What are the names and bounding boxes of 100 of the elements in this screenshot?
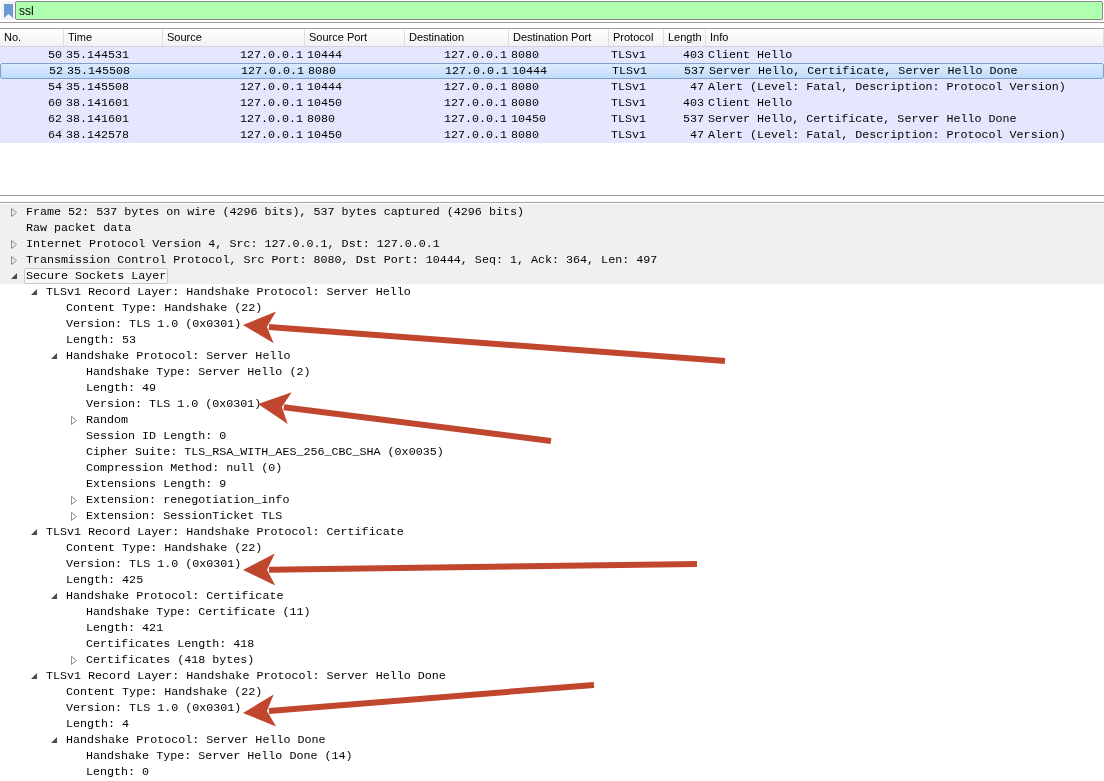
expanded-triangle-icon[interactable]: [50, 352, 58, 360]
packet-row[interactable]: 64 38.142578 127.0.0.1 10450 127.0.0.1 8080 TLSv1 47 Alert (Level: Fatal, Description: Protocol Version): [0, 127, 1104, 143]
table-cell-text: 127.0.0.1: [442, 127, 508, 143]
expanded-triangle-icon[interactable]: [50, 592, 58, 600]
tree-item[interactable]: Extension: renegotiation_info: [84, 492, 292, 508]
packet-row[interactable]: 54 35.145508 127.0.0.1 10444 127.0.0.1 8080 TLSv1 47 Alert (Level: Fatal, Description: Protocol Version): [0, 79, 1104, 95]
table-cell-text: 38.142578: [65, 127, 131, 143]
bookmark-icon[interactable]: [4, 3, 13, 18]
packet-row[interactable]: 62 38.141601 127.0.0.1 8080 127.0.0.1 10450 TLSv1 537 Server Hello, Certificate, Server Hello Done: [0, 111, 1104, 127]
table-cell-text: 127.0.0.1: [442, 47, 508, 63]
column-header[interactable]: Protocol: [609, 29, 664, 46]
tree-item[interactable]: Version: TLS 1.0 (0x0301): [64, 316, 244, 332]
table-cell-text: Server Hello, Certificate, Server Hello Done: [707, 111, 1018, 127]
tree-item[interactable]: Content Type: Handshake (22): [64, 684, 265, 700]
expanded-triangle-icon[interactable]: [30, 288, 38, 296]
table-cell-text: Server Hello, Certificate, Server Hello Done: [708, 64, 1019, 78]
table-cell-text: 35.144531: [65, 47, 131, 63]
tree-item[interactable]: Handshake Protocol: Server Hello Done: [64, 732, 328, 748]
table-cell-text: TLSv1: [610, 95, 648, 111]
table-cell-text: 8080: [510, 127, 541, 143]
table-cell-text: 62: [46, 111, 63, 127]
packet-row[interactable]: 50 35.144531 127.0.0.1 10444 127.0.0.1 8080 TLSv1 403 Client Hello: [0, 47, 1104, 63]
collapsed-triangle-icon[interactable]: [11, 255, 17, 265]
table-cell-text: 64: [46, 127, 63, 143]
table-cell-text: 127.0.0.1: [239, 64, 305, 78]
tree-item[interactable]: Secure Sockets Layer: [24, 268, 169, 284]
expanded-triangle-icon[interactable]: [50, 736, 58, 744]
tree-item[interactable]: Cipher Suite: TLS_RSA_WITH_AES_256_CBC_SHA (0x0035): [84, 444, 446, 460]
tree-item[interactable]: Extensions Length: 9: [84, 476, 229, 492]
table-cell-text: TLSv1: [610, 47, 648, 63]
tree-item[interactable]: TLSv1 Record Layer: Handshake Protocol: Server Hello: [44, 284, 413, 300]
tree-item[interactable]: Length: 49: [84, 380, 159, 396]
tree-item[interactable]: TLSv1 Record Layer: Handshake Protocol: Server Hello Done: [44, 668, 448, 684]
collapsed-triangle-icon[interactable]: [71, 415, 77, 425]
collapsed-triangle-icon[interactable]: [11, 239, 17, 249]
tree-item[interactable]: Handshake Type: Certificate (11): [84, 604, 313, 620]
table-cell-text: 8080: [306, 111, 337, 127]
tree-item[interactable]: TLSv1 Record Layer: Handshake Protocol: Certificate: [44, 524, 406, 540]
collapsed-triangle-icon[interactable]: [71, 655, 77, 665]
table-cell-text: 8080: [510, 47, 541, 63]
tree-item[interactable]: Certificates (418 bytes): [84, 652, 257, 668]
tree-item[interactable]: Handshake Type: Server Hello Done (14): [84, 748, 355, 764]
table-cell-text: 10444: [306, 47, 344, 63]
collapsed-triangle-icon[interactable]: [71, 495, 77, 505]
tree-item[interactable]: Handshake Protocol: Certificate: [64, 588, 286, 604]
table-cell-text: 35.145508: [65, 79, 131, 95]
tree-item[interactable]: Length: 53: [64, 332, 139, 348]
packet-row[interactable]: 60 38.141601 127.0.0.1 10450 127.0.0.1 8080 TLSv1 403 Client Hello: [0, 95, 1104, 111]
packet-row[interactable]: 52 35.145508 127.0.0.1 8080 127.0.0.1 10444 TLSv1 537 Server Hello, Certificate, Server Hello Done: [0, 63, 1104, 79]
table-cell-text: 10450: [306, 127, 344, 143]
table-cell-text: 127.0.0.1: [443, 64, 509, 78]
expanded-triangle-icon[interactable]: [30, 528, 38, 536]
collapsed-triangle-icon[interactable]: [71, 511, 77, 521]
expanded-triangle-icon[interactable]: [10, 272, 18, 280]
table-cell-text: TLSv1: [610, 127, 648, 143]
table-cell-text: TLSv1: [610, 111, 648, 127]
tree-item[interactable]: Length: 425: [64, 572, 146, 588]
tree-item[interactable]: Compression Method: null (0): [84, 460, 285, 476]
table-cell-text: 127.0.0.1: [442, 79, 508, 95]
tree-item[interactable]: Content Type: Handshake (22): [64, 540, 265, 556]
column-header[interactable]: Source: [163, 29, 305, 46]
tree-item[interactable]: Handshake Protocol: Server Hello: [64, 348, 293, 364]
table-cell-text: 127.0.0.1: [238, 95, 304, 111]
tree-item[interactable]: Certificates Length: 418: [84, 636, 257, 652]
collapsed-triangle-icon[interactable]: [11, 207, 17, 217]
table-cell-text: 10444: [306, 79, 344, 95]
tree-item[interactable]: Extension: SessionTicket TLS: [84, 508, 285, 524]
table-cell-text: Client Hello: [707, 95, 794, 111]
table-cell-text: 38.141601: [65, 111, 131, 127]
tree-item[interactable]: Length: 4: [64, 716, 132, 732]
tree-item[interactable]: Length: 421: [84, 620, 166, 636]
table-cell-text: 403: [681, 95, 705, 111]
table-cell-text: TLSv1: [610, 79, 648, 95]
tree-item[interactable]: Handshake Type: Server Hello (2): [84, 364, 313, 380]
table-cell-text: 50: [46, 47, 63, 63]
table-cell-text: 10450: [306, 95, 344, 111]
table-cell-text: 35.145508: [66, 64, 132, 78]
tree-item[interactable]: Session ID Length: 0: [84, 428, 229, 444]
column-header[interactable]: Destination: [405, 29, 509, 46]
filter-field[interactable]: ssl: [15, 1, 1103, 20]
table-cell-text: 127.0.0.1: [238, 111, 304, 127]
tree-item[interactable]: Random: [84, 412, 131, 428]
expanded-triangle-icon[interactable]: [30, 672, 38, 680]
table-cell-text: TLSv1: [611, 64, 649, 78]
column-header[interactable]: Time: [64, 29, 163, 46]
table-cell-text: 127.0.0.1: [442, 111, 508, 127]
tree-item[interactable]: Version: TLS 1.0 (0x0301): [64, 700, 244, 716]
table-cell-text: 537: [682, 64, 706, 78]
table-cell-text: 38.141601: [65, 95, 131, 111]
column-header[interactable]: Info: [706, 29, 1104, 46]
tree-item[interactable]: Content Type: Handshake (22): [64, 300, 265, 316]
tree-item[interactable]: Version: TLS 1.0 (0x0301): [84, 396, 264, 412]
column-header[interactable]: No.: [0, 29, 64, 46]
tree-item[interactable]: Version: TLS 1.0 (0x0301): [64, 556, 244, 572]
table-cell-text: 8080: [307, 64, 338, 78]
tree-item[interactable]: Length: 0: [84, 764, 152, 780]
tree-item[interactable]: Raw packet data: [24, 220, 134, 236]
column-header[interactable]: Length: [664, 29, 706, 46]
column-header[interactable]: Destination Port: [509, 29, 609, 46]
column-header[interactable]: Source Port: [305, 29, 405, 46]
